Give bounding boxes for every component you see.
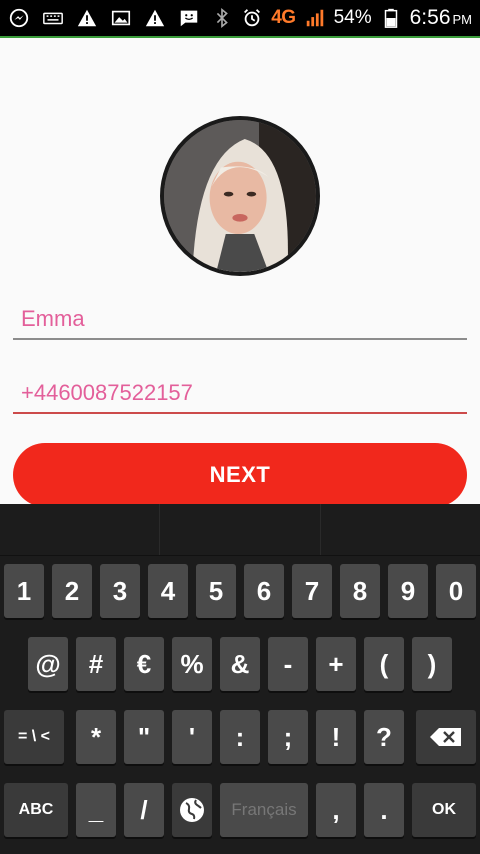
name-underline: [13, 338, 467, 340]
key-0[interactable]: 0: [436, 564, 476, 618]
suggestion-slot[interactable]: [0, 504, 161, 555]
phone-field[interactable]: +4460087522157: [13, 380, 467, 414]
key-2[interactable]: 2: [52, 564, 92, 618]
key-comma[interactable]: ,: [316, 783, 356, 837]
key-slash[interactable]: /: [124, 783, 164, 837]
battery-icon: [380, 7, 402, 29]
avatar[interactable]: [160, 116, 320, 276]
suggestion-slot[interactable]: [160, 504, 321, 555]
key-8[interactable]: 8: [340, 564, 380, 618]
clock-ampm: PM: [452, 12, 473, 27]
key-ok[interactable]: OK: [412, 783, 476, 837]
key-asterisk[interactable]: *: [76, 710, 116, 764]
key-plus[interactable]: +: [316, 637, 356, 691]
key-single-quote[interactable]: ': [172, 710, 212, 764]
warning-icon: [76, 7, 98, 29]
key-ampersand[interactable]: &: [220, 637, 260, 691]
keyboard-icon: [42, 7, 64, 29]
key-euro[interactable]: €: [124, 637, 164, 691]
next-button[interactable]: NEXT: [13, 443, 467, 507]
key-language[interactable]: [172, 783, 212, 837]
key-6[interactable]: 6: [244, 564, 284, 618]
key-abc[interactable]: ABC: [4, 783, 68, 837]
key-question[interactable]: ?: [364, 710, 404, 764]
key-7[interactable]: 7: [292, 564, 332, 618]
bluetooth-icon: [211, 7, 233, 29]
warning-icon: [144, 7, 166, 29]
key-percent[interactable]: %: [172, 637, 212, 691]
key-double-quote[interactable]: ": [124, 710, 164, 764]
key-paren-close[interactable]: ): [412, 637, 452, 691]
key-exclamation[interactable]: !: [316, 710, 356, 764]
signal-icon: [304, 7, 326, 29]
alarm-icon: [241, 7, 263, 29]
key-backspace[interactable]: [416, 710, 476, 764]
key-space[interactable]: Français: [220, 783, 308, 837]
key-4[interactable]: 4: [148, 564, 188, 618]
avatar-photo: [164, 120, 316, 272]
key-more-symbols[interactable]: = \ <: [4, 710, 64, 764]
globe-icon: [180, 798, 204, 822]
name-input[interactable]: Emma: [13, 306, 467, 332]
status-bar: 4G 54% 6:56 PM: [0, 0, 480, 36]
soft-keyboard: 1 2 3 4 5 6 7 8 9 0 @ # € % & - + ( ) = …: [0, 504, 480, 854]
key-9[interactable]: 9: [388, 564, 428, 618]
backspace-icon: [430, 728, 461, 746]
suggestion-bar: [0, 504, 480, 556]
image-icon: [110, 7, 132, 29]
key-paren-open[interactable]: (: [364, 637, 404, 691]
phone-input[interactable]: +4460087522157: [13, 380, 467, 406]
key-semicolon[interactable]: ;: [268, 710, 308, 764]
messenger-icon: [8, 7, 30, 29]
suggestion-slot[interactable]: [321, 504, 480, 555]
key-colon[interactable]: :: [220, 710, 260, 764]
chat-smile-icon: [178, 7, 200, 29]
battery-percent: 54%: [333, 7, 372, 28]
key-3[interactable]: 3: [100, 564, 140, 618]
key-5[interactable]: 5: [196, 564, 236, 618]
key-at[interactable]: @: [28, 637, 68, 691]
profile-form: Emma +4460087522157 NEXT: [0, 38, 480, 507]
network-type: 4G: [271, 7, 296, 28]
key-1[interactable]: 1: [4, 564, 44, 618]
key-hash[interactable]: #: [76, 637, 116, 691]
name-field[interactable]: Emma: [13, 306, 467, 340]
key-period[interactable]: .: [364, 783, 404, 837]
clock-time: 6:56: [409, 6, 451, 29]
key-minus[interactable]: -: [268, 637, 308, 691]
key-underscore[interactable]: _: [76, 783, 116, 837]
phone-underline: [13, 412, 467, 414]
clock: 6:56 PM: [410, 6, 472, 30]
